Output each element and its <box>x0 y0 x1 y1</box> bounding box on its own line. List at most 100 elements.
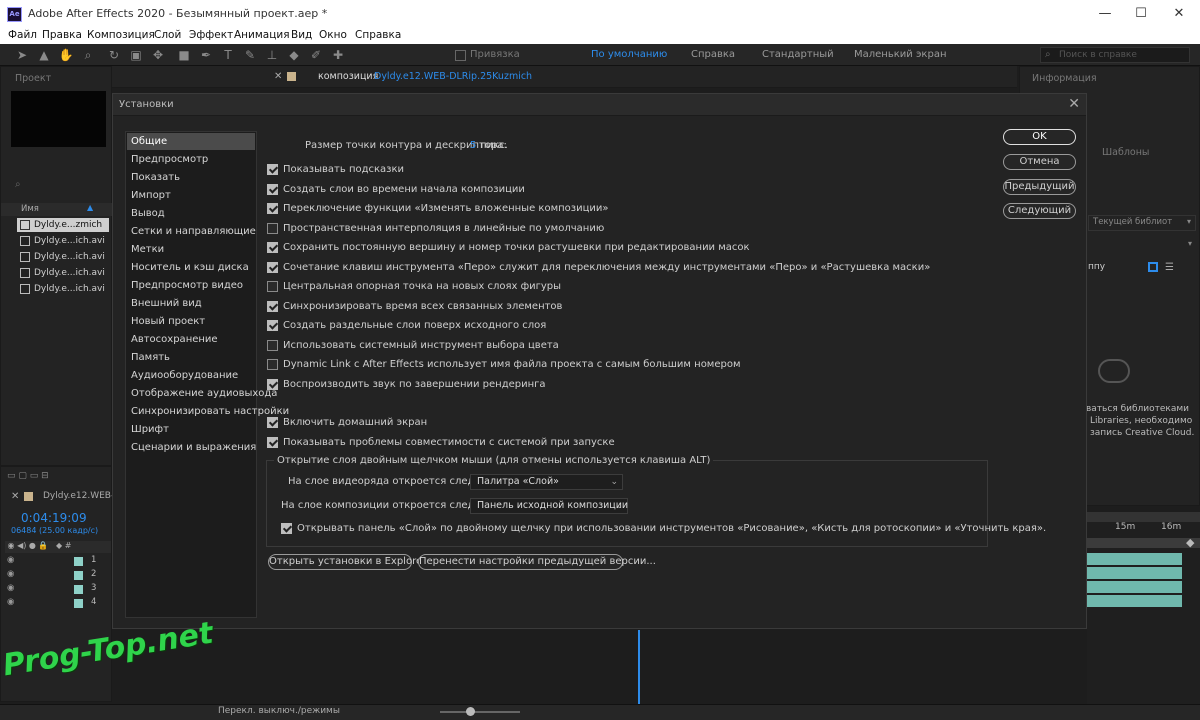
visibility-icon[interactable]: ◉ <box>7 555 14 565</box>
visibility-icon[interactable]: ◉ <box>7 569 14 579</box>
layer-row[interactable]: 1 ◉ <box>7 555 109 568</box>
hand-tool-icon[interactable]: ✋ <box>58 47 74 63</box>
brush-tool-icon[interactable]: ✎ <box>242 47 258 63</box>
option-center-anchor-shape[interactable]: Центральная опорная точка на новых слоях… <box>267 278 561 294</box>
layer-row[interactable]: 4 ◉ <box>7 597 109 610</box>
reveal-in-explorer-button[interactable]: Открыть установки в Explorer <box>268 554 426 570</box>
workspace-standard[interactable]: Стандартный <box>762 49 834 60</box>
layer-row[interactable]: 3 ◉ <box>7 583 109 596</box>
timeline-toolbar-icons[interactable]: ▭ ▢ ▭ ⊟ <box>7 471 49 481</box>
option-show-tooltips[interactable]: Показывать подсказки <box>267 161 404 177</box>
checkbox[interactable] <box>267 339 278 351</box>
checkbox[interactable] <box>267 436 278 448</box>
workspace-help[interactable]: Справка <box>691 49 735 60</box>
workspace-default[interactable]: По умолчанию <box>591 49 667 60</box>
comp-layer-select[interactable]: Панель исходной композиции ⌄ <box>470 498 628 514</box>
option-pen-tool-shortcut[interactable]: Сочетание клавиш инструмента «Перо» служ… <box>267 259 930 275</box>
previous-button[interactable]: Предыдущий <box>1003 179 1076 195</box>
option-home-screen[interactable]: Включить домашний экран <box>267 414 427 430</box>
menu-edit[interactable]: Правка <box>42 29 82 41</box>
category-autosave[interactable]: Автосохранение <box>127 331 255 348</box>
checkbox[interactable] <box>267 183 278 195</box>
pan-tool-icon[interactable]: ✥ <box>150 47 166 63</box>
menu-window[interactable]: Окно <box>319 29 347 41</box>
visibility-icon[interactable]: ◉ <box>7 583 14 593</box>
project-item[interactable]: Dyldy.e...ich.avi <box>17 266 109 280</box>
checkbox[interactable] <box>267 358 278 370</box>
checkbox[interactable] <box>267 378 278 390</box>
checkbox[interactable] <box>281 522 292 534</box>
project-item[interactable]: Dyldy.e...ich.avi <box>17 250 109 264</box>
category-scripting[interactable]: Сценарии и выражения <box>127 439 256 456</box>
menu-effect[interactable]: Эффект <box>189 29 233 41</box>
info-panel-title[interactable]: Информация <box>1032 73 1097 84</box>
layer-clip[interactable] <box>1087 581 1182 593</box>
chevron-down-icon[interactable]: ▾ <box>1188 239 1192 248</box>
checkbox[interactable] <box>267 261 278 273</box>
option-paint-double-click[interactable]: Открывать панель «Слой» по двойному щелч… <box>281 520 1046 536</box>
category-memory[interactable]: Память <box>127 349 255 366</box>
option-switches-affect-nested[interactable]: Переключение функции «Изменять вложенные… <box>267 200 609 216</box>
layer-clip[interactable] <box>1087 567 1182 579</box>
close-window-icon[interactable]: ✕ <box>1160 0 1198 28</box>
sort-ascending-icon[interactable]: ▲ <box>87 203 93 212</box>
category-grids-guides[interactable]: Сетки и направляющие <box>127 223 256 240</box>
playhead-icon[interactable]: ◆ <box>1186 536 1194 549</box>
footage-layer-select[interactable]: Палитра «Слой» ⌄ <box>470 474 623 490</box>
option-compat-issues[interactable]: Показывать проблемы совместимости с сист… <box>267 434 615 450</box>
templates-panel-title[interactable]: Шаблоны <box>1102 147 1149 158</box>
category-sync-settings[interactable]: Синхронизировать настройки <box>127 403 289 420</box>
migrate-settings-button[interactable]: Перенести настройки предыдущей версии... <box>418 554 656 570</box>
option-preserve-vertex[interactable]: Сохранить постоянную вершину и номер точ… <box>267 239 750 255</box>
checkbox[interactable] <box>267 222 278 234</box>
category-display[interactable]: Показать <box>127 169 255 186</box>
timeline-tab-label[interactable]: Dyldy.e12.WEB-D <box>43 491 121 501</box>
category-labels[interactable]: Метки <box>127 241 255 258</box>
clone-stamp-tool-icon[interactable]: ⊥ <box>264 47 280 63</box>
eraser-tool-icon[interactable]: ◆ <box>286 47 302 63</box>
checkbox[interactable] <box>267 300 278 312</box>
toggle-switches-label[interactable]: Перекл. выключ./режимы <box>218 706 340 716</box>
roto-brush-tool-icon[interactable]: ✐ <box>308 47 324 63</box>
close-tab-icon[interactable]: ✕ <box>274 71 282 82</box>
select-tool-icon[interactable]: ▲ <box>36 47 52 63</box>
cancel-button[interactable]: Отмена <box>1003 154 1076 170</box>
checkbox[interactable] <box>267 241 278 253</box>
category-audio-output[interactable]: Отображение аудиовыхода <box>127 385 277 402</box>
zoom-slider[interactable] <box>440 711 520 713</box>
menu-help[interactable]: Справка <box>355 29 401 41</box>
checkbox[interactable] <box>267 163 278 175</box>
ok-button[interactable]: OK <box>1003 129 1076 145</box>
snapping-checkbox[interactable] <box>455 50 466 61</box>
camera-tool-icon[interactable]: ▣ <box>128 47 144 63</box>
menu-file[interactable]: Файл <box>8 29 37 41</box>
category-type[interactable]: Шрифт <box>127 421 255 438</box>
current-timecode[interactable]: 0:04:19:09 <box>21 511 87 525</box>
menu-composition[interactable]: Композиция <box>87 29 155 41</box>
project-item[interactable]: Dyldy.e...ich.avi <box>17 234 109 248</box>
checkbox[interactable] <box>267 416 278 428</box>
layer-clip[interactable] <box>1087 553 1182 565</box>
rotate-tool-icon[interactable]: ↻ <box>106 47 122 63</box>
checkbox[interactable] <box>267 202 278 214</box>
menu-view[interactable]: Вид <box>291 29 312 41</box>
type-tool-icon[interactable]: T <box>220 47 236 63</box>
layer-row[interactable]: 2 ◉ <box>7 569 109 582</box>
pen-tool-icon[interactable]: ✒ <box>198 47 214 63</box>
column-name-label[interactable]: Имя <box>21 204 39 214</box>
checkbox[interactable] <box>267 319 278 331</box>
option-sync-time[interactable]: Синхронизировать время всех связанных эл… <box>267 298 562 314</box>
project-item[interactable]: Dyldy.e...zmich <box>17 218 109 232</box>
list-view-icon[interactable]: ☰ <box>1165 262 1174 273</box>
selection-tool-icon[interactable]: ➤ <box>14 47 30 63</box>
checkbox[interactable] <box>267 280 278 292</box>
library-select[interactable]: Текущей библиот ▾ <box>1088 215 1196 231</box>
grid-view-icon[interactable] <box>1148 262 1158 272</box>
category-output[interactable]: Вывод <box>127 205 255 222</box>
option-render-sound[interactable]: Воспроизводить звук по завершении рендер… <box>267 376 546 392</box>
category-media-cache[interactable]: Носитель и кэш диска <box>127 259 255 276</box>
time-ruler[interactable] <box>1087 538 1200 548</box>
rectangle-tool-icon[interactable]: ■ <box>176 47 192 63</box>
puppet-tool-icon[interactable]: ✚ <box>330 47 346 63</box>
current-time-indicator[interactable] <box>638 630 640 704</box>
